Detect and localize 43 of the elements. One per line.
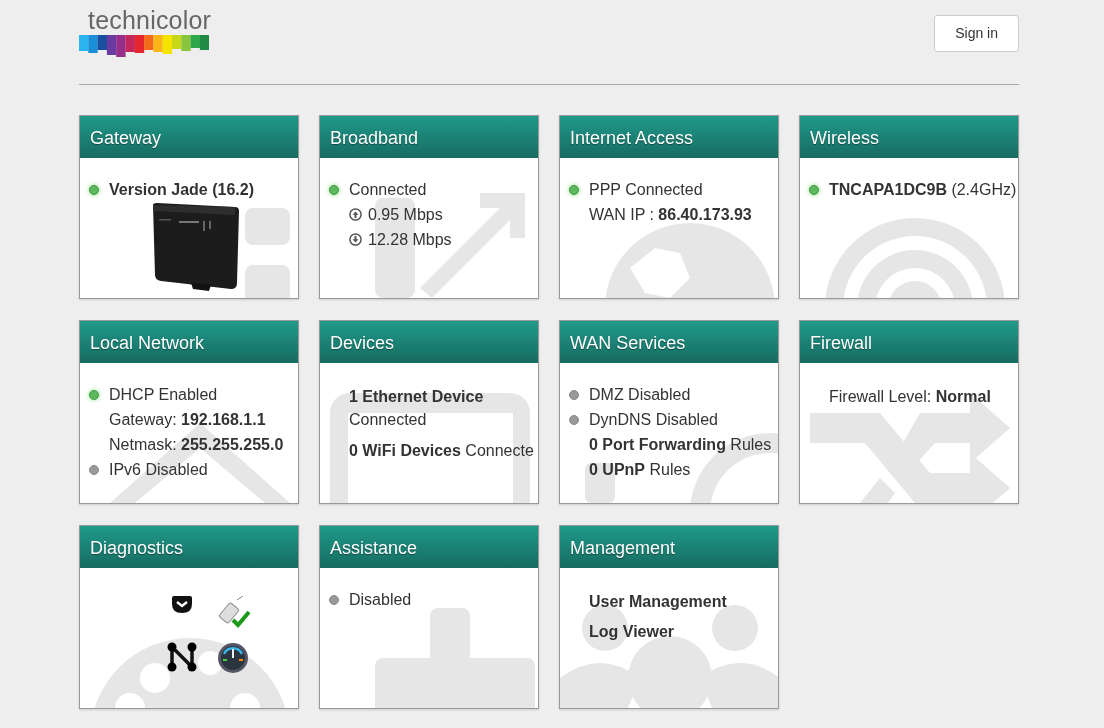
status-text: Version Jade (16.2) <box>109 180 254 200</box>
info-text: 1 Ethernet Device Connected <box>349 387 485 430</box>
status-text: DHCP Enabled <box>109 385 218 405</box>
card-title: Firewall <box>800 321 1018 363</box>
sign-in-button[interactable]: Sign in <box>934 15 1019 52</box>
info-text: Netmask: 255.255.255.0 <box>109 435 284 455</box>
logo-stripes-icon <box>79 33 209 57</box>
plus-icon <box>375 608 535 708</box>
menu-link[interactable]: Log Viewer <box>589 620 675 643</box>
card-title: Gateway <box>80 116 298 158</box>
rate-text: 12.28 Mbps <box>368 230 452 250</box>
bars-icon <box>245 208 290 298</box>
rate-text: 0.95 Mbps <box>368 205 443 225</box>
info-text: WAN IP : 86.40.173.93 <box>589 205 752 225</box>
status-text: Disabled <box>349 590 412 610</box>
info-text: Firewall Level: Normal <box>829 387 991 407</box>
status-text: DMZ Disabled <box>589 385 691 405</box>
status-text: TNCAPA1DC9B (2.4GHz) <box>829 180 1017 200</box>
gauge-meter-icon <box>217 642 249 674</box>
card-title: Diagnostics <box>80 526 298 568</box>
status-text: PPP Connected <box>589 180 703 200</box>
card-title: Broadband <box>320 116 538 158</box>
info-text: 0 UPnP Rules <box>589 460 691 480</box>
status-text: Connected <box>349 180 427 200</box>
info-text: Gateway: 192.168.1.1 <box>109 410 266 430</box>
pocket-icon <box>171 596 193 614</box>
card-title: Local Network <box>80 321 298 363</box>
info-text: 0 WiFi Devices Connecte <box>349 441 534 461</box>
down-arrow-icon <box>349 233 362 246</box>
status-text: DynDNS Disabled <box>589 410 718 430</box>
menu-link[interactable]: User Management <box>589 590 727 613</box>
status-text: IPv6 Disabled <box>109 460 208 480</box>
card-title: Wireless <box>800 116 1018 158</box>
card-title: Internet Access <box>560 116 778 158</box>
up-arrow-icon <box>349 208 362 221</box>
card-title: Devices <box>320 321 538 363</box>
network-nodes-icon <box>167 642 197 672</box>
cable-check-icon <box>217 596 251 628</box>
info-text: 0 Port Forwarding Rules <box>589 435 772 455</box>
card-title: Management <box>560 526 778 568</box>
card-title: Assistance <box>320 526 538 568</box>
logo-text: technicolor <box>88 8 212 33</box>
card-title: WAN Services <box>560 321 778 363</box>
